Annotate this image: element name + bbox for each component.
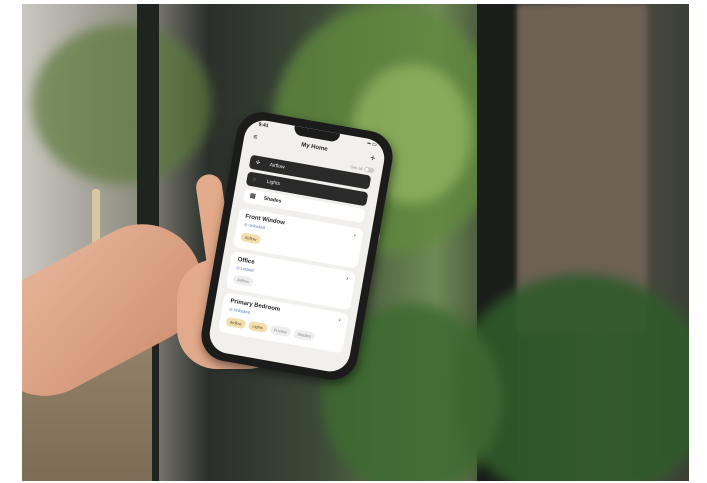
- plus-icon[interactable]: +: [369, 152, 376, 163]
- quick-control-label: Airflow: [269, 162, 285, 171]
- quick-control-label: Lights: [266, 178, 281, 188]
- chip-airflow[interactable]: Airflow: [225, 316, 247, 330]
- chevron-right-icon: ›: [338, 317, 342, 324]
- toggle-label: See all: [349, 164, 363, 172]
- fan-icon: ✣: [255, 159, 261, 167]
- quick-control-label: Shades: [263, 195, 282, 205]
- chip-airflow[interactable]: Airflow: [239, 232, 262, 245]
- lock-status: ◎ Locked: [235, 264, 255, 273]
- lock-status: ◎ Unlocked: [228, 306, 251, 315]
- chip-privacy[interactable]: Privacy: [269, 324, 292, 338]
- chip-list: Airflow Lights Privacy Shades: [225, 316, 316, 342]
- chip-airflow[interactable]: Airflow: [232, 274, 254, 287]
- chip-shades[interactable]: Shades: [292, 328, 316, 342]
- photo-scene: 9:41 ▪▪ ▭ ≡ My Home + See all ✣ Airflow …: [22, 4, 689, 481]
- chip-lights[interactable]: Lights: [247, 320, 268, 333]
- foliage-left: [32, 24, 212, 184]
- bulb-icon: ◌: [252, 176, 257, 183]
- status-icons: ▪▪ ▭: [366, 140, 378, 149]
- chip-list: Airflow: [232, 274, 254, 287]
- phone-screen: 9:41 ▪▪ ▭ ≡ My Home + See all ✣ Airflow …: [206, 117, 388, 375]
- shade-icon: ▤: [249, 193, 257, 201]
- chevron-right-icon: ›: [345, 276, 349, 283]
- chip-list: Airflow: [239, 232, 262, 245]
- chevron-right-icon: ›: [353, 232, 357, 239]
- status-time: 9:41: [257, 121, 269, 130]
- toggle-switch[interactable]: [363, 167, 375, 174]
- lock-status: ◎ Unlocked: [243, 221, 266, 231]
